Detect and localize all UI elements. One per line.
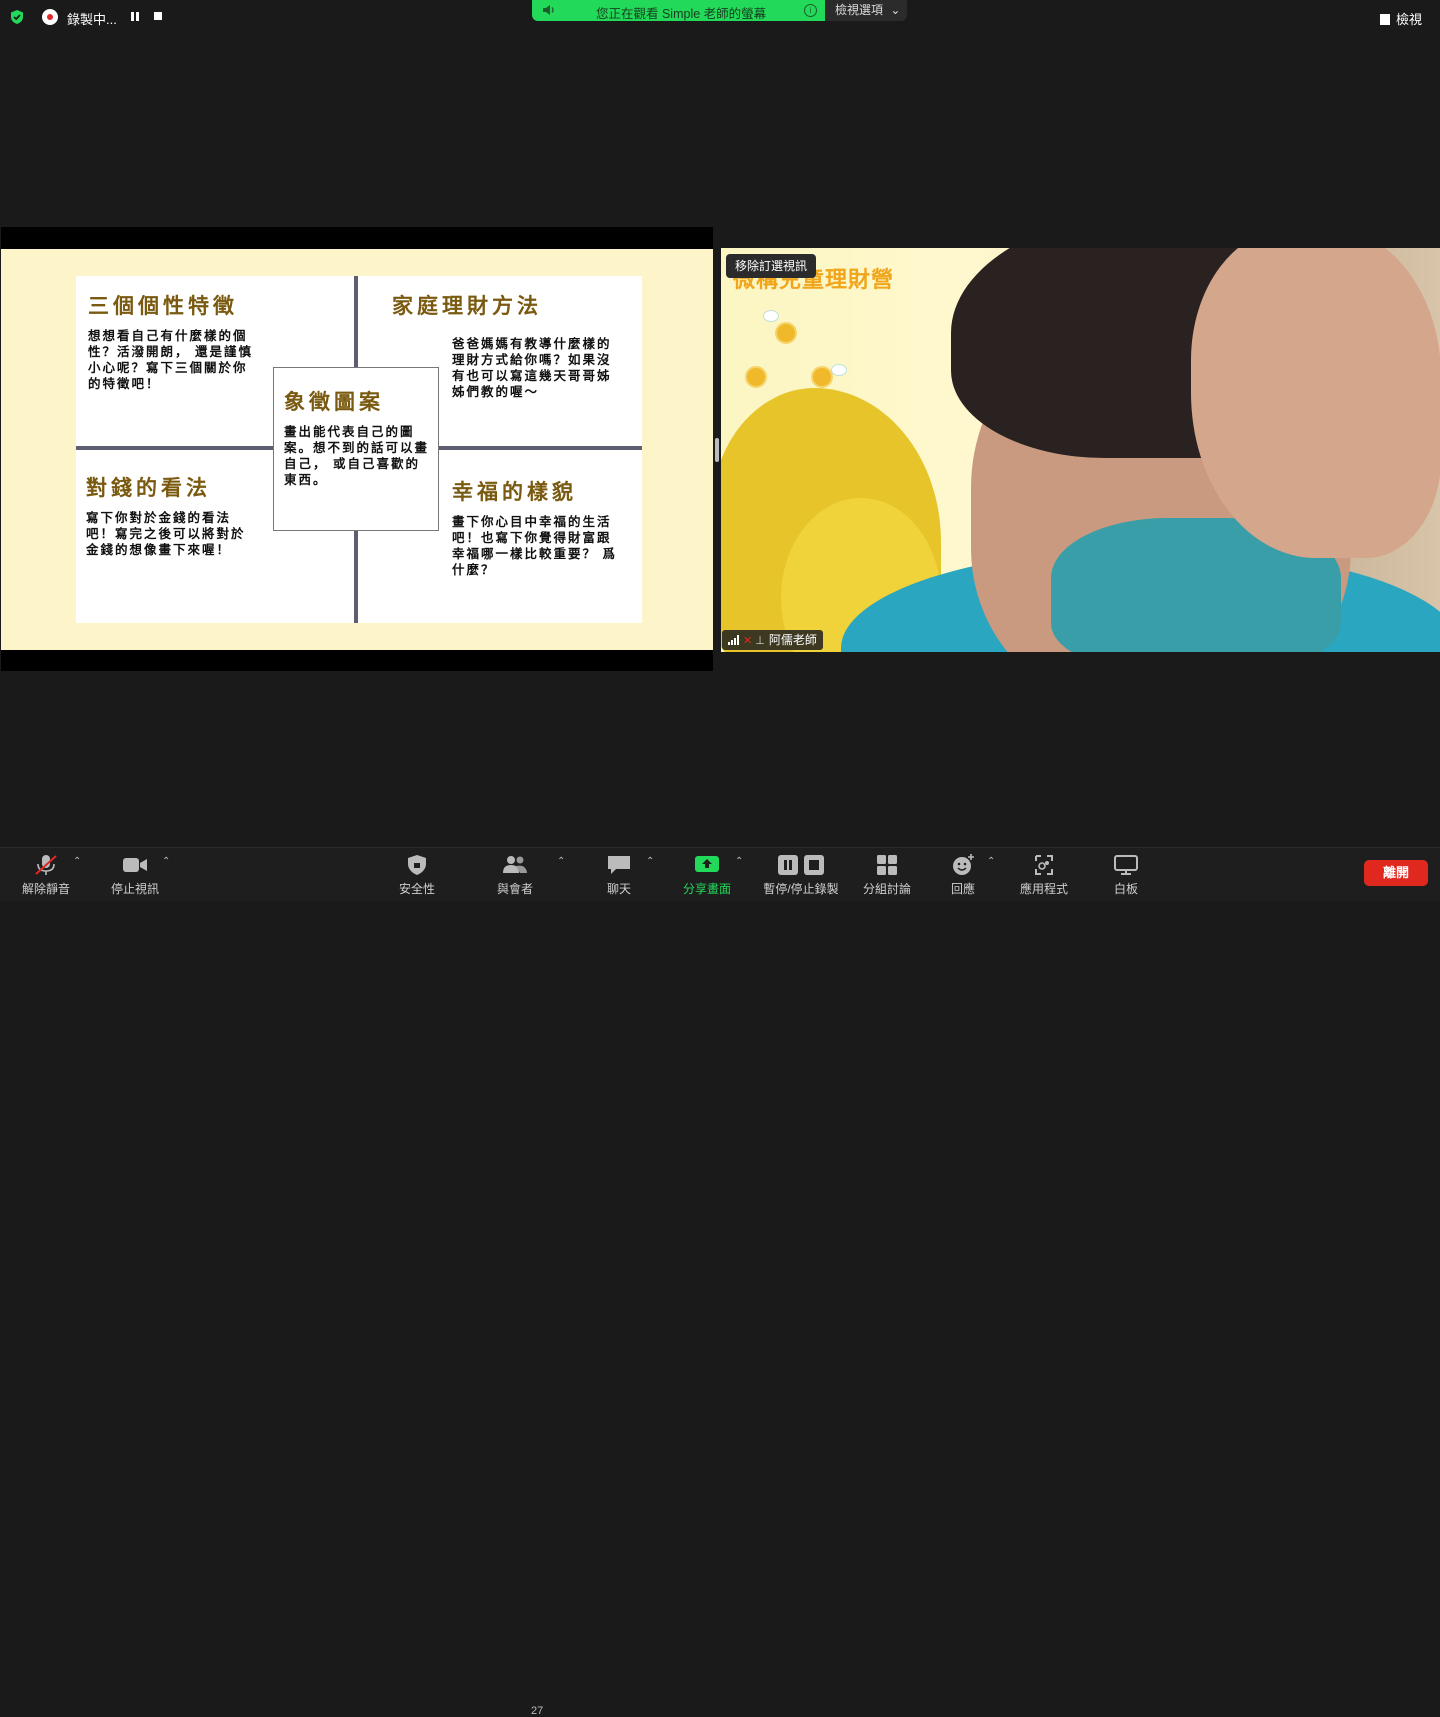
share-options-caret[interactable]: ⌃ <box>735 856 745 867</box>
section-title: 對錢的看法 <box>86 477 211 500</box>
pinned-video-tile[interactable]: 微構兒童理財營 <box>721 248 1440 652</box>
view-button[interactable]: 檢視 <box>1380 9 1422 28</box>
coin-icon <box>745 366 767 388</box>
participants-label: 與會者 <box>496 882 533 896</box>
apps-icon <box>1035 855 1053 875</box>
participants-button[interactable]: 與會者 <box>470 848 560 901</box>
breakout-rooms-icon <box>877 855 897 875</box>
pause-recording-icon[interactable] <box>131 12 140 21</box>
participant-name: 阿儒老師 <box>768 633 817 647</box>
unpin-video-button[interactable]: 移除訂選視訊 <box>726 254 817 278</box>
pin-icon: ⊥ <box>755 635 765 647</box>
section-personality: 三個個性特徵 想想看自己有什麼樣的個性？活潑開朗， 還是謹慎小心呢？寫下三個關於… <box>88 294 288 392</box>
view-options-label: 檢視選項 <box>835 3 884 17</box>
view-label: 檢視 <box>1396 12 1423 27</box>
info-icon[interactable]: i <box>804 4 817 17</box>
meeting-toolbar: 解除靜音 ⌃ 停止視訊 ⌃ 安全性 與會者 27 ⌃ 聊天 ⌃ 分享畫面 ⌃ 暫… <box>0 847 1440 1717</box>
section-body: 寫下你對於金錢的看法吧！寫完之後可以將對於金錢的想像畫下來喔！ <box>86 511 246 557</box>
whiteboard-icon <box>1114 855 1138 875</box>
security-label: 安全性 <box>398 882 435 896</box>
recording-icon <box>42 9 58 25</box>
security-button[interactable]: 安全性 <box>372 848 462 901</box>
apps-label: 應用程式 <box>1019 882 1068 896</box>
chat-options-caret[interactable]: ⌃ <box>646 856 656 867</box>
wing-icon <box>763 310 779 322</box>
chevron-down-icon: ⌄ <box>890 3 901 17</box>
view-layout-icon <box>1380 14 1390 25</box>
security-shield-icon <box>408 855 426 875</box>
leave-meeting-button[interactable]: 離開 <box>1364 860 1428 886</box>
chat-label: 聊天 <box>606 882 631 896</box>
emoji-reaction-icon <box>953 854 974 875</box>
section-body: 畫下你心目中幸福的生活吧！也寫下你覺得財富跟幸福哪一樣比較重要？ 爲什麼？ <box>452 515 617 577</box>
participant-count: 27 <box>531 1705 544 1717</box>
muted-mic-icon: ✕ <box>743 635 753 647</box>
coin-icon <box>811 366 833 388</box>
video-camera-icon <box>123 858 147 872</box>
stop-recording-icon[interactable] <box>154 12 162 20</box>
section-symbol: 象徵圖案 畫出能代表自己的圖案。想不到的話可以畫自己， 或自己喜歡的東西。 <box>284 390 434 488</box>
apps-button[interactable]: 應用程式 <box>999 848 1089 901</box>
audio-options-caret[interactable]: ⌃ <box>73 856 83 867</box>
view-options-dropdown[interactable]: 檢視選項 ⌄ <box>825 0 907 21</box>
top-bar: 錄製中... 您正在觀看 Simple 老師的螢幕 i 檢視選項 ⌄ 檢視 <box>0 0 1440 34</box>
whiteboard-button[interactable]: 白板 <box>1081 848 1171 901</box>
speaker-icon[interactable] <box>542 4 556 16</box>
participant-hand <box>1191 248 1440 558</box>
section-body: 想想看自己有什麼樣的個性？活潑開朗， 還是謹慎小心呢？寫下三個關於你的特徵吧！ <box>88 329 253 391</box>
chat-bubble-icon <box>608 856 630 874</box>
section-title: 幸福的樣貌 <box>452 481 577 504</box>
pause-stop-recording-label: 暫停/停止錄製 <box>763 882 839 896</box>
signal-strength-icon <box>728 635 739 645</box>
reactions-options-caret[interactable]: ⌃ <box>987 856 997 867</box>
coin-icon <box>775 322 797 344</box>
shared-slide: 三個個性特徵 想想看自己有什麼樣的個性？活潑開朗， 還是謹慎小心呢？寫下三個關於… <box>1 249 713 650</box>
recording-label: 錄製中... <box>67 12 117 27</box>
share-screen-icon <box>695 856 719 872</box>
unmute-label: 解除靜音 <box>21 882 70 896</box>
section-happiness: 幸福的樣貌 畫下你心目中幸福的生活吧！也寫下你覺得財富跟幸福哪一樣比較重要？ 爲… <box>452 480 642 578</box>
wing-icon <box>831 364 847 376</box>
participants-options-caret[interactable]: ⌃ <box>557 856 567 867</box>
resize-handle[interactable] <box>715 438 719 462</box>
share-banner-text: 您正在觀看 Simple 老師的螢幕 <box>596 7 767 21</box>
section-body: 爸爸媽媽有教導什麼樣的理財方式給你嗎？如果沒有也可以寫這幾天哥哥姊姊們教的喔～ <box>452 337 612 399</box>
section-money-view: 對錢的看法 寫下你對於金錢的看法吧！寫完之後可以將對於金錢的想像畫下來喔！ <box>86 476 286 558</box>
worksheet-card: 三個個性特徵 想想看自己有什麼樣的個性？活潑開朗， 還是謹慎小心呢？寫下三個關於… <box>76 276 642 623</box>
section-title: 三個個性特徵 <box>88 295 238 318</box>
muted-microphone-icon <box>35 855 57 875</box>
video-options-caret[interactable]: ⌃ <box>162 856 172 867</box>
section-title: 象徵圖案 <box>284 391 384 414</box>
symbol-box: 象徵圖案 畫出能代表自己的圖案。想不到的話可以畫自己， 或自己喜歡的東西。 <box>273 367 439 531</box>
shield-check-icon[interactable] <box>9 9 25 25</box>
section-title: 家庭理財方法 <box>392 295 542 318</box>
share-screen-label: 分享畫面 <box>682 882 731 896</box>
section-body: 畫出能代表自己的圖案。想不到的話可以畫自己， 或自己喜歡的東西。 <box>284 425 430 487</box>
stop-video-label: 停止視訊 <box>110 882 159 896</box>
pause-stop-icon <box>778 855 824 875</box>
pause-stop-recording-button[interactable]: 暫停/停止錄製 <box>756 848 846 901</box>
screen-share-banner: 您正在觀看 Simple 老師的螢幕 i <box>532 0 825 21</box>
reactions-label: 回應 <box>950 882 975 896</box>
participant-name-tag: ✕ ⊥ 阿儒老師 <box>722 630 823 650</box>
participants-icon <box>503 856 527 873</box>
whiteboard-label: 白板 <box>1113 882 1138 896</box>
